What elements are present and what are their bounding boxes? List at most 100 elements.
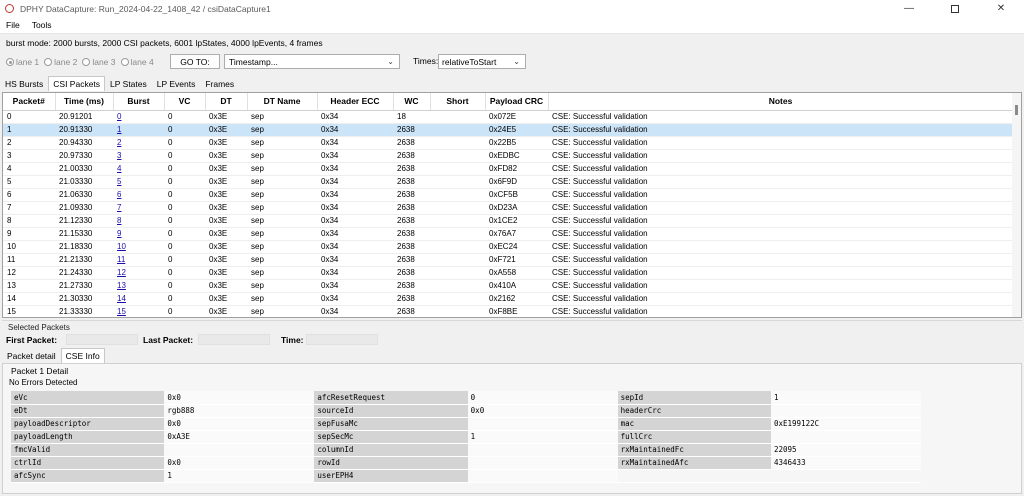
column-header[interactable]: DT [205, 93, 248, 111]
table-row[interactable]: 11 21.21330 11 0 0x3E sep 0x34 2638 0xF721 CSE: S… [3, 253, 1013, 267]
table-row[interactable]: 14 21.30330 14 0 0x3E sep 0x34 2638 0x2162 CSE: S… [3, 292, 1013, 306]
detail-key [617, 469, 771, 483]
column-header[interactable]: Burst [113, 93, 165, 111]
detail-key: afcSync [11, 469, 165, 483]
table-cell: 0x072E [485, 110, 548, 124]
tab-packet-detail[interactable]: Packet detail [2, 348, 61, 363]
table-row[interactable]: 0 20.91201 0 0 0x3E sep 0x34 18 0x072E CSE: Succe… [3, 110, 1013, 124]
table-row[interactable]: 2 20.94330 2 0 0x3E sep 0x34 2638 0x22B5 CSE: Suc… [3, 136, 1013, 150]
table-row[interactable]: 7 21.09330 7 0 0x3E sep 0x34 2638 0xD23A CSE: Suc… [3, 201, 1013, 215]
table-scrollbar[interactable] [1012, 93, 1021, 317]
table-cell: 0x3E [205, 149, 247, 163]
minimize-button[interactable]: — [886, 0, 932, 17]
lane-1-radio[interactable]: lane 1 [6, 57, 39, 67]
table-cell: 0x3E [205, 292, 247, 306]
column-header[interactable]: Time (ms) [55, 93, 114, 111]
table-cell: 0 [164, 110, 205, 124]
table-cell: 21.00330 [55, 162, 113, 176]
table-row[interactable]: 12 21.24330 12 0 0x3E sep 0x34 2638 0xA558 CSE: S… [3, 266, 1013, 280]
column-header[interactable]: VC [164, 93, 206, 111]
last-packet-label: Last Packet: [143, 335, 194, 345]
table-cell [430, 214, 485, 228]
burst-link[interactable]: 7 [117, 203, 121, 212]
table-row[interactable]: 3 20.97330 3 0 0x3E sep 0x34 2638 0xEDBC CSE: Suc… [3, 149, 1013, 163]
burst-link[interactable]: 3 [117, 151, 121, 160]
table-row[interactable]: 9 21.15330 9 0 0x3E sep 0x34 2638 0x76A7 CSE: Suc… [3, 227, 1013, 241]
time-field [306, 334, 378, 345]
detail-value [467, 469, 618, 483]
close-button[interactable]: ✕ [978, 0, 1024, 17]
table-row[interactable]: 5 21.03330 5 0 0x3E sep 0x34 2638 0x6F9D CSE: Suc… [3, 175, 1013, 189]
maximize-button[interactable] [932, 0, 978, 17]
table-cell: 0x3E [205, 201, 247, 215]
table-row[interactable]: 4 21.00330 4 0 0x3E sep 0x34 2638 0xFD82 CSE: Suc… [3, 162, 1013, 176]
burst-link[interactable]: 13 [117, 281, 126, 290]
column-header[interactable]: WC [393, 93, 431, 111]
column-header[interactable]: Notes [548, 93, 1014, 111]
table-cell: sep [247, 188, 317, 202]
detail-value: 0x0 [164, 391, 315, 405]
tab-frames[interactable]: Frames [200, 76, 239, 91]
timestamp-select[interactable]: Timestamp... ⌄ [224, 54, 400, 69]
lane-3-radio[interactable]: lane 3 [82, 57, 116, 67]
table-cell [430, 136, 485, 150]
table-row[interactable]: 8 21.12330 8 0 0x3E sep 0x34 2638 0x1CE2 CSE: Suc… [3, 214, 1013, 228]
table-row[interactable]: 10 21.18330 10 0 0x3E sep 0x34 2638 0xEC24 CSE: S… [3, 240, 1013, 254]
scrollbar-thumb[interactable] [1015, 105, 1018, 115]
packets-table-container: Packet# Time (ms) Burst VC DT DT Name Header E… [2, 92, 1022, 318]
lane-2-radio[interactable]: lane 2 [44, 57, 77, 67]
burst-link[interactable]: 15 [117, 307, 126, 316]
table-cell: 0 [164, 253, 205, 267]
table-cell: 0x34 [317, 110, 393, 124]
tab-lp-states[interactable]: LP States [105, 76, 152, 91]
tab-cse-info[interactable]: CSE Info [60, 348, 105, 363]
burst-link[interactable]: 12 [117, 268, 126, 277]
burst-link[interactable]: 10 [117, 242, 126, 251]
table-row[interactable]: 13 21.27330 13 0 0x3E sep 0x34 2638 0x410A CSE: S… [3, 279, 1013, 293]
table-cell: 6 [113, 188, 164, 202]
column-header[interactable]: Payload CRC [485, 93, 549, 111]
table-header-row: Packet# Time (ms) Burst VC DT DT Name Header E… [3, 93, 1014, 111]
burst-link[interactable]: 1 [117, 125, 121, 134]
tab-hs-bursts[interactable]: HS Bursts [0, 76, 48, 91]
burst-link[interactable]: 11 [117, 255, 125, 264]
radio-icon [120, 58, 129, 66]
burst-link[interactable]: 9 [117, 229, 121, 238]
table-cell: sep [247, 214, 317, 228]
burst-link[interactable]: 6 [117, 190, 121, 199]
burst-link[interactable]: 0 [117, 112, 121, 121]
table-row[interactable]: 6 21.06330 6 0 0x3E sep 0x34 2638 0xCF5B CSE: Suc… [3, 188, 1013, 202]
table-cell: 0x34 [317, 214, 393, 228]
burst-link[interactable]: 8 [117, 216, 121, 225]
burst-link[interactable]: 4 [117, 164, 121, 173]
table-cell: 0x34 [317, 279, 393, 293]
tab-lp-events[interactable]: LP Events [152, 76, 201, 91]
menu-tools[interactable]: Tools [32, 20, 52, 30]
table-cell: 21.21330 [55, 253, 113, 267]
table-cell: 2638 [393, 123, 430, 137]
tab-csi-packets[interactable]: CSI Packets [48, 76, 106, 91]
burst-link[interactable]: 14 [117, 294, 126, 303]
detail-table: eVc 0x0 afcResetRequest 0 sepId 1 eDt rgb888 sou… [11, 391, 921, 483]
column-header[interactable]: Packet# [3, 93, 56, 111]
table-cell: 2638 [393, 201, 430, 215]
table-row[interactable]: 1 20.91330 1 0 0x3E sep 0x34 2638 0x24E5 CSE: Suc… [3, 123, 1013, 137]
title-bar: DPHY DataCapture: Run_2024-04-22_1408_42… [0, 0, 1024, 17]
selected-packets-panel: Selected Packets First Packet: Last Pack… [2, 320, 1022, 347]
table-row[interactable]: 15 21.33330 15 0 0x3E sep 0x34 2638 0xF8BE CSE: S… [3, 305, 1013, 317]
table-cell: 13 [3, 279, 55, 293]
burst-link[interactable]: 2 [117, 138, 121, 147]
column-header[interactable]: Header ECC [317, 93, 394, 111]
detail-status: No Errors Detected [9, 378, 78, 387]
table-cell: 0 [164, 162, 205, 176]
goto-button[interactable]: GO TO: [170, 54, 220, 69]
lane-4-radio[interactable]: lane 4 [120, 57, 154, 67]
column-header[interactable]: DT Name [247, 93, 318, 111]
table-cell: 3 [3, 149, 55, 163]
table-cell: 9 [113, 227, 164, 241]
radio-selected-icon [6, 58, 14, 66]
menu-file[interactable]: File [6, 20, 20, 30]
burst-link[interactable]: 5 [117, 177, 121, 186]
times-select[interactable]: relativeToStart ⌄ [438, 54, 526, 69]
column-header[interactable]: Short [430, 93, 486, 111]
